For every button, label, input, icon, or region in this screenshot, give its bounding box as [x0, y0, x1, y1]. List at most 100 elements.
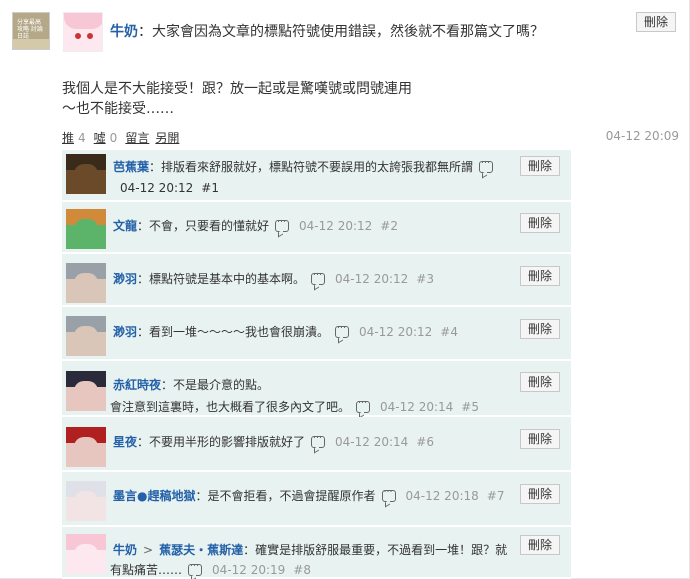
comment-line: 渺羽：看到一堆～～～～我也會很崩潰。 04-12 20:12 #4: [113, 321, 458, 340]
boo-link[interactable]: 噓: [94, 131, 106, 145]
reply-target-name[interactable]: 蕉瑟夫・蕉斯達: [159, 543, 243, 557]
reply-chat-icon[interactable]: [479, 156, 494, 173]
push-link[interactable]: 推: [62, 131, 74, 145]
comment-line: 星夜：不要用半形的影響排版就好了 04-12 20:14 #6: [113, 431, 434, 450]
reply-chat-icon[interactable]: [275, 215, 290, 232]
commenter-avatar[interactable]: [66, 371, 106, 411]
commenter-avatar[interactable]: [66, 316, 106, 356]
comment-meta: 04-12 20:19 #8: [212, 563, 311, 577]
comment-line: 牛奶 > 蕉瑟夫・蕉斯達：確實是排版舒服最重要，不過看到一堆！跟？就: [113, 541, 507, 558]
comment-line: 有點痛苦…… 04-12 20:19 #8: [110, 559, 311, 578]
comment-number: #8: [293, 563, 311, 577]
reply-chat-icon[interactable]: [381, 485, 396, 502]
commenter-name[interactable]: 芭蕉葉: [113, 160, 149, 174]
author-avatar[interactable]: [63, 12, 103, 52]
reply-chat-icon[interactable]: [311, 268, 326, 285]
commenter-avatar[interactable]: [66, 263, 106, 303]
reply-chat-icon[interactable]: [335, 321, 350, 338]
comment-meta: 04-12 20:14 #6: [335, 435, 434, 449]
comment-time: 04-12 20:18: [405, 489, 479, 503]
commenter-name[interactable]: 星夜: [113, 435, 137, 449]
comment-text: ：排版看來舒服就好，標點符號不要誤用的太誇張我都無所謂: [149, 160, 474, 174]
comment-delete-button[interactable]: 刪除: [520, 213, 560, 233]
reply-chat-icon[interactable]: [311, 431, 326, 448]
comment-time: 04-12 20:14: [380, 400, 454, 414]
commenter-avatar[interactable]: [66, 427, 106, 467]
comment-text: 有點痛苦……: [110, 563, 183, 577]
comment-time: 04-12 20:12: [359, 325, 433, 339]
comment-delete-button[interactable]: 刪除: [520, 266, 560, 286]
commenter-avatar[interactable]: [66, 209, 106, 249]
post-delete-button[interactable]: 刪除: [636, 12, 676, 32]
comment-number: #2: [380, 219, 398, 233]
reply-arrow: >: [143, 543, 154, 557]
comment-number: #5: [461, 400, 479, 414]
comment-number: #7: [486, 489, 505, 503]
commenter-avatar[interactable]: [66, 154, 106, 194]
comment-delete-button[interactable]: 刪除: [520, 535, 560, 555]
comment-line: 會注意到這裏時，也大概看了很多內文了吧。 04-12 20:14 #5: [110, 396, 479, 415]
board-avatar-text: 分享最高 攻略 討論 日誌: [17, 19, 43, 40]
post-body-line: ～也不能接受……: [62, 101, 174, 117]
comment-item: 文龍：不會，只要看的懂就好 04-12 20:12 #2 刪除: [62, 202, 571, 254]
reply-chat-icon[interactable]: [188, 559, 203, 576]
comment-line: 墨言●趕稿地獄：是不會拒看，不過會提醒原作者 04-12 20:18 #7: [113, 485, 505, 504]
comment-item: 渺羽：看到一堆～～～～我也會很崩潰。 04-12 20:12 #4 刪除: [62, 307, 571, 361]
comment-time: 04-12 20:14: [335, 435, 409, 449]
commenter-name[interactable]: 牛奶: [113, 543, 137, 557]
comment-time: 04-12 20:12: [335, 272, 409, 286]
comment-number: #4: [440, 325, 458, 339]
comment-text: ：不是最介意的點。: [161, 378, 270, 392]
reply-link[interactable]: 留言: [125, 131, 149, 145]
post-time: 04-12 20:09: [605, 129, 679, 143]
comment-delete-button[interactable]: 刪除: [520, 372, 560, 392]
commenter-name[interactable]: 赤紅時夜: [113, 378, 161, 392]
comment-text: ：看到一堆～～～～我也會很崩潰。: [137, 325, 330, 339]
commenter-name[interactable]: 墨言●趕稿地獄: [113, 489, 195, 503]
comment-text: ：標點符號是基本中的基本啊。: [137, 272, 306, 286]
board-avatar[interactable]: 分享最高 攻略 討論 日誌: [12, 12, 50, 50]
open-link[interactable]: 另開: [155, 131, 179, 145]
post-actions: 推 4 噓 0 留言 另開: [62, 129, 179, 146]
comment-line: 文龍：不會，只要看的懂就好 04-12 20:12 #2: [113, 215, 398, 234]
comment-delete-button[interactable]: 刪除: [520, 319, 560, 339]
comment-item: 芭蕉葉：排版看來舒服就好，標點符號不要誤用的太誇張我都無所謂 04-12 20:…: [62, 150, 571, 202]
comment-text: ：確實是排版舒服最重要，不過看到一堆！跟？就: [243, 543, 508, 557]
comment-meta: 04-12 20:12 #2: [299, 219, 398, 233]
comment-text: ：不要用半形的影響排版就好了: [137, 435, 306, 449]
comment-item: 渺羽：標點符號是基本中的基本啊。 04-12 20:12 #3 刪除: [62, 254, 571, 307]
comment-item: 墨言●趕稿地獄：是不會拒看，不過會提醒原作者 04-12 20:18 #7 刪除: [62, 472, 571, 527]
commenter-avatar[interactable]: [66, 534, 106, 574]
comment-delete-button[interactable]: 刪除: [520, 484, 560, 504]
comment-time: 04-12 20:12: [299, 219, 373, 233]
commenter-name[interactable]: 文龍: [113, 219, 137, 233]
comment-text: ：不會，只要看的懂就好: [137, 219, 270, 233]
comment-text: ：是不會拒看，不過會提醒原作者: [195, 489, 376, 503]
post-author[interactable]: 牛奶: [110, 24, 138, 40]
comment-line: 芭蕉葉：排版看來舒服就好，標點符號不要誤用的太誇張我都無所謂: [113, 156, 503, 175]
comment-meta: 04-12 20:12 #1: [120, 181, 219, 195]
comment-item: 星夜：不要用半形的影響排版就好了 04-12 20:14 #6 刪除: [62, 417, 571, 472]
post-header: 牛奶：大家會因為文章的標點符號使用錯誤，然後就不看那篇文了嗎？: [110, 24, 544, 40]
comment-text: 會注意到這裏時，也大概看了很多內文了吧。: [110, 400, 351, 414]
comment-item: 赤紅時夜：不是最介意的點。 會注意到這裏時，也大概看了很多內文了吧。 04-12 …: [62, 361, 571, 417]
comment-time: 04-12 20:19: [212, 563, 286, 577]
comment-delete-button[interactable]: 刪除: [520, 156, 560, 176]
post-title: 大家會因為文章的標點符號使用錯誤，然後就不看那篇文了嗎？: [152, 24, 544, 40]
commenter-name[interactable]: 渺羽: [113, 325, 137, 339]
post-body: 我個人是不大能接受！跟？放一起或是驚嘆號或問號連用 ～也不能接受……: [62, 79, 412, 119]
commenter-name[interactable]: 渺羽: [113, 272, 137, 286]
post-body-line: 我個人是不大能接受！跟？放一起或是驚嘆號或問號連用: [62, 81, 412, 97]
comment-meta: 04-12 20:14 #5: [380, 400, 479, 414]
comment-line: 渺羽：標點符號是基本中的基本啊。 04-12 20:12 #3: [113, 268, 434, 287]
comment-item: 牛奶 > 蕉瑟夫・蕉斯達：確實是排版舒服最重要，不過看到一堆！跟？就 有點痛苦…… 0…: [62, 527, 571, 579]
comment-time: 04-12 20:12: [120, 181, 194, 195]
boo-count: 0: [109, 131, 118, 145]
reply-chat-icon[interactable]: [356, 396, 371, 413]
commenter-avatar[interactable]: [66, 481, 106, 521]
comment-delete-button[interactable]: 刪除: [520, 429, 560, 449]
comment-number: #1: [201, 181, 219, 195]
page: 分享最高 攻略 討論 日誌 牛奶：大家會因為文章的標點符號使用錯誤，然後就不看那…: [0, 0, 690, 579]
comment-line: 赤紅時夜：不是最介意的點。: [113, 376, 269, 393]
comment-number: #6: [416, 435, 434, 449]
